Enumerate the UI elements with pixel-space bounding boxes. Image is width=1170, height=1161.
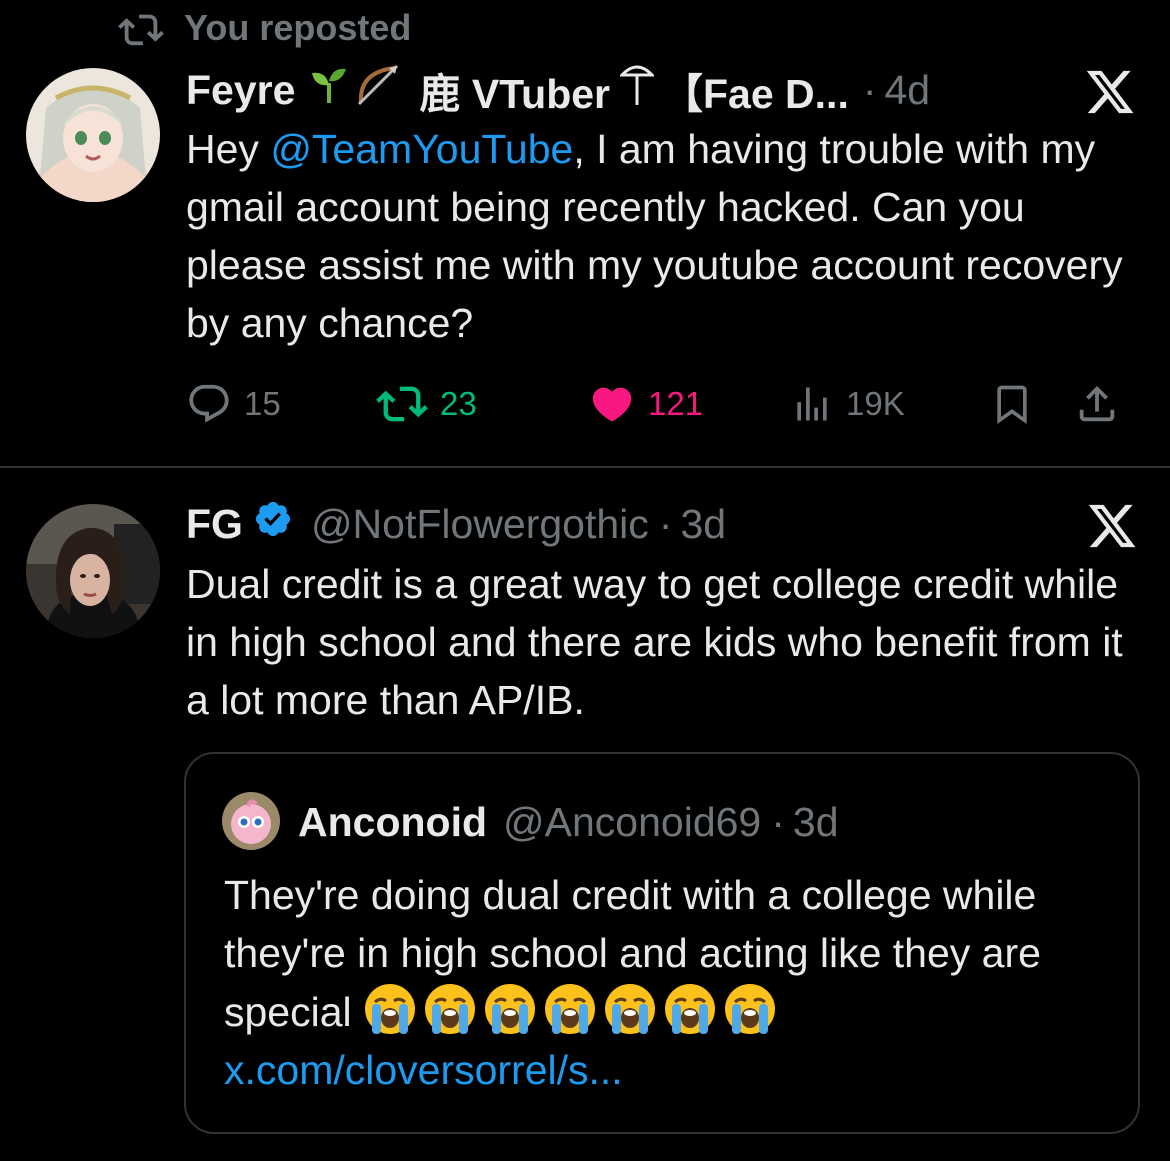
x-logo-icon[interactable] [1084,66,1136,123]
bow-arrow-icon [355,62,401,118]
bookmark-icon [997,385,1027,425]
avatar-feyre[interactable] [26,68,160,202]
repost-indicator-label: You reposted [184,7,412,48]
reply-icon [189,384,229,423]
repost-count: 23 [440,385,477,422]
quote-time[interactable]: 3d [793,799,839,846]
like-button[interactable]: 121 [588,381,790,427]
post2-header: FG @NotFlowergothic · 3d [186,496,726,552]
post2-text: Dual credit is a great way to get colleg… [186,561,1123,723]
loudly-crying-face-emoji [605,984,656,1034]
avatar-feyre-image [26,68,160,202]
post1-author-name[interactable]: Feyre [186,67,295,114]
seedling-icon [309,65,349,115]
quote-separator: · [771,798,785,845]
quote-handle[interactable]: @Anconoid69 [503,799,761,846]
repost-indicator: You reposted [118,6,411,50]
share-icon [1079,385,1115,422]
x-logo-icon[interactable] [1086,500,1138,557]
post1-text: Hey @TeamYouTube, I am having trouble wi… [186,120,1146,352]
post1-separator: · [862,66,877,113]
verified-badge-icon [253,499,293,549]
post-divider [0,466,1170,468]
views-button[interactable]: 19K [790,382,990,426]
quote-text-block: They're doing dual credit with a college… [224,866,1114,1099]
post1-author-name-tail[interactable]: 【Fae D... [662,60,849,120]
loudly-crying-face-emoji [665,984,716,1034]
emoji-row [363,984,783,1035]
post1-actions: 15 23 121 19K [186,376,1138,432]
avatar-fg[interactable] [26,504,160,638]
loudly-crying-face-emoji [725,984,776,1034]
reply-count: 15 [244,385,281,422]
repost-button[interactable]: 23 [376,381,588,427]
post2-author-name[interactable]: FG [186,501,243,548]
post1-mention[interactable]: @TeamYouTube [270,126,573,172]
post2-handle[interactable]: @NotFlowergothic [311,501,649,548]
post1-header: Feyre 鹿 VTuber 【Fae D... · 4d [186,62,930,118]
quote-author-name[interactable]: Anconoid [298,799,487,846]
quote-header: Anconoid @Anconoid69 · 3d [298,794,839,850]
repost-active-icon [376,386,428,422]
loudly-crying-face-emoji [365,984,416,1034]
post1-text-prefix: Hey [186,126,271,172]
loudly-crying-face-emoji [485,984,536,1034]
like-count: 121 [648,385,704,422]
loudly-crying-face-emoji [545,984,596,1034]
post2-separator: · [658,500,673,547]
bookmark-button[interactable] [990,381,1074,427]
heart-filled-icon [592,387,632,422]
avatar-fg-image [26,504,160,638]
views-icon [797,387,827,421]
post1-author-name-rest[interactable]: 鹿 VTuber [419,60,610,120]
post1-time[interactable]: 4d [885,67,931,114]
umbrella-icon [618,61,656,119]
post2-time[interactable]: 3d [680,501,726,548]
avatar-anconoid[interactable] [222,792,280,850]
avatar-anconoid-image [222,792,280,850]
reply-button[interactable]: 15 [186,381,376,427]
views-count: 19K [846,385,905,422]
repost-icon [118,14,164,46]
quote-link[interactable]: x.com/cloversorrel/s... [224,1047,623,1093]
loudly-crying-face-emoji [425,984,476,1034]
share-button[interactable] [1074,381,1134,427]
